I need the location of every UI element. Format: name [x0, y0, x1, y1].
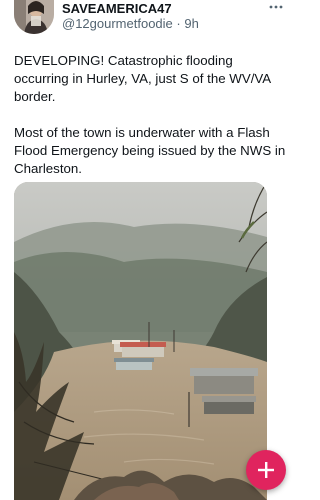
separator-dot: ·	[176, 16, 181, 31]
handle-row: @12gourmetfoodie · 9h	[62, 16, 199, 31]
tweet-photo[interactable]	[14, 182, 267, 500]
display-name[interactable]: SAVEAMERICA47	[62, 1, 172, 16]
timestamp[interactable]: 9h	[184, 16, 198, 31]
compose-button[interactable]	[246, 450, 286, 490]
plus-icon	[258, 462, 274, 478]
more-horizontal-icon	[269, 5, 283, 9]
tweet-paragraph: DEVELOPING! Catastrophic flooding occurr…	[14, 53, 271, 104]
tweet-header: SAVEAMERICA47 @12gourmetfoodie · 9h	[0, 0, 297, 40]
more-options-button[interactable]	[266, 0, 286, 14]
flooded-town-photo	[14, 182, 267, 500]
avatar[interactable]	[14, 0, 54, 34]
tweet-paragraph: Most of the town is underwater with a Fl…	[14, 125, 286, 176]
tweet-text: DEVELOPING! Catastrophic flooding occurr…	[14, 52, 286, 196]
user-handle[interactable]: @12gourmetfoodie	[62, 16, 173, 31]
